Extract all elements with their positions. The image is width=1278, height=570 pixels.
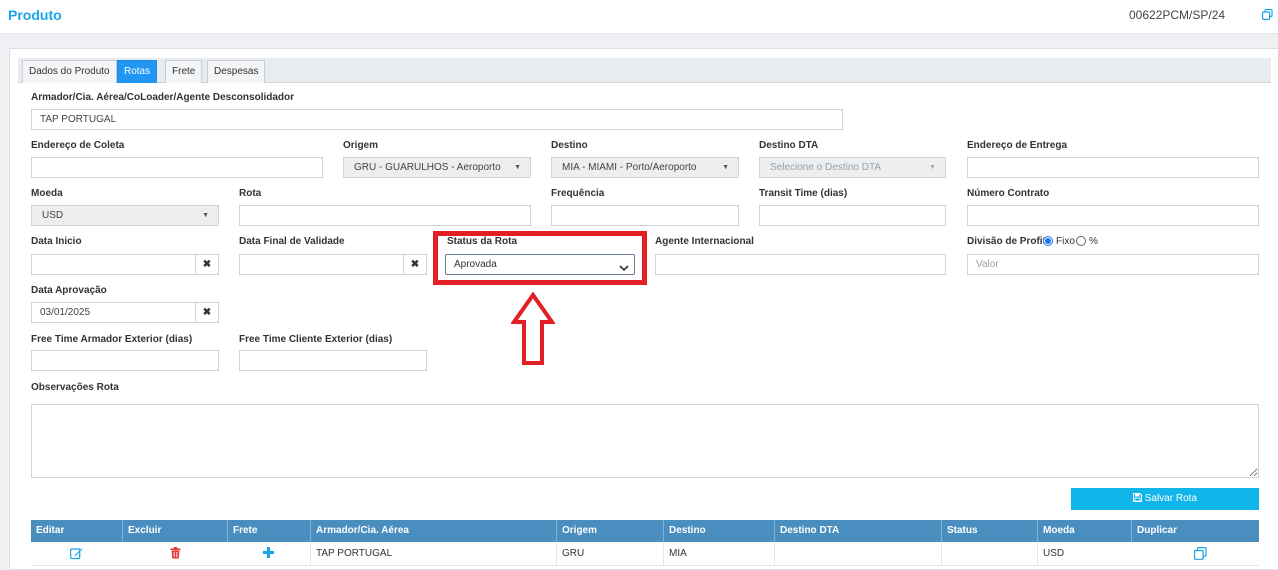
col-destino: Destino — [663, 520, 774, 542]
destino-select[interactable]: MIA - MIAMI - Porto/Aeroporto ▼ — [551, 157, 739, 178]
caret-down-icon: ▼ — [722, 164, 729, 171]
endereco-entrega-label: Endereço de Entrega — [967, 140, 1068, 151]
agente-internacional-label: Agente Internacional — [655, 236, 754, 247]
cell-origem: GRU — [556, 542, 663, 566]
save-icon — [1132, 493, 1145, 504]
endereco-coleta-label: Endereço de Coleta — [31, 140, 125, 151]
radio-fixo-label: Fixo — [1056, 236, 1075, 247]
transit-time-label: Transit Time (dias) — [759, 188, 848, 199]
observacoes-textarea[interactable] — [31, 404, 1259, 478]
caret-down-icon: ▼ — [929, 164, 936, 171]
transit-time-field[interactable] — [759, 205, 946, 226]
page-title: Produto — [8, 7, 62, 23]
save-route-label: Salvar Rota — [1144, 493, 1198, 504]
col-editar: Editar — [36, 525, 65, 536]
data-aprovacao-field[interactable]: 03/01/2025 — [31, 302, 196, 323]
frequencia-label: Frequência — [551, 188, 605, 199]
col-origem: Origem — [556, 520, 663, 542]
divisao-profit-label: Divisão de Profit — [967, 236, 1046, 247]
destino-dta-placeholder: Selecione o Destino DTA — [770, 162, 881, 173]
col-duplicar: Duplicar — [1131, 520, 1259, 542]
endereco-entrega-field[interactable] — [967, 157, 1259, 178]
profit-valor-field[interactable]: Valor — [967, 254, 1259, 275]
origem-value: GRU - GUARULHOS - Aeroporto — [354, 162, 501, 173]
caret-down-icon: ▼ — [202, 212, 209, 219]
data-final-label: Data Final de Validade — [239, 236, 345, 247]
tab-frete[interactable]: Frete — [165, 60, 203, 83]
data-final-field[interactable] — [239, 254, 404, 275]
destino-dta-select[interactable]: Selecione o Destino DTA ▼ — [759, 157, 946, 178]
clear-data-aprovacao-button[interactable]: ✖ — [195, 302, 219, 323]
free-time-cliente-label: Free Time Cliente Exterior (dias) — [239, 334, 393, 345]
armador-label: Armador/Cia. Aérea/CoLoader/Agente Desco… — [31, 92, 295, 103]
cell-status — [941, 542, 1037, 566]
tab-bar — [18, 58, 1271, 83]
destino-label: Destino — [551, 140, 588, 151]
cell-armador: TAP PORTUGAL — [310, 542, 556, 566]
free-time-armador-field[interactable] — [31, 350, 219, 371]
moeda-select[interactable]: USD ▼ — [31, 205, 219, 226]
top-bar: Produto 00622PCM/SP/24 — [0, 0, 1278, 34]
col-frete: Frete — [227, 520, 310, 542]
clear-data-final-button[interactable]: ✖ — [403, 254, 427, 275]
destino-value: MIA - MIAMI - Porto/Aeroporto — [562, 162, 697, 173]
numero-contrato-field[interactable] — [967, 205, 1259, 226]
copy-icon[interactable] — [1262, 8, 1273, 23]
rota-label: Rota — [239, 188, 262, 199]
data-inicio-field[interactable] — [31, 254, 196, 275]
frequencia-field[interactable] — [551, 205, 739, 226]
cell-destino-dta — [774, 542, 941, 566]
save-route-button[interactable]: Salvar Rota — [1071, 488, 1259, 510]
numero-contrato-label: Número Contrato — [967, 188, 1050, 199]
plus-icon[interactable] — [263, 547, 274, 561]
clear-data-inicio-button[interactable]: ✖ — [195, 254, 219, 275]
cell-destino: MIA — [663, 542, 774, 566]
free-time-cliente-field[interactable] — [239, 350, 427, 371]
col-excluir: Excluir — [122, 520, 227, 542]
tab-dados-do-produto[interactable]: Dados do Produto — [22, 60, 117, 83]
origem-label: Origem — [343, 140, 379, 151]
col-armador: Armador/Cia. Aérea — [310, 520, 556, 542]
copy-icon[interactable] — [1194, 547, 1207, 563]
cell-moeda: USD — [1037, 542, 1131, 566]
col-status: Status — [941, 520, 1037, 542]
col-destino-dta: Destino DTA — [774, 520, 941, 542]
moeda-value: USD — [42, 210, 64, 221]
agente-internacional-field[interactable] — [655, 254, 946, 275]
tab-despesas[interactable]: Despesas — [207, 60, 266, 83]
caret-down-icon: ▼ — [514, 164, 521, 171]
highlight-box — [433, 231, 647, 285]
radio-percent-label: % — [1089, 236, 1098, 247]
radio-fixo[interactable] — [1043, 236, 1053, 246]
rota-field[interactable] — [239, 205, 531, 226]
radio-percent[interactable] — [1076, 236, 1086, 246]
armador-field[interactable]: TAP PORTUGAL — [31, 109, 843, 130]
reference-code: 00622PCM/SP/24 — [1129, 8, 1226, 22]
col-moeda: Moeda — [1037, 520, 1131, 542]
trash-icon[interactable] — [170, 547, 181, 562]
data-aprovacao-label: Data Aprovação — [31, 285, 107, 296]
destino-dta-label: Destino DTA — [759, 140, 819, 151]
origem-select[interactable]: GRU - GUARULHOS - Aeroporto ▼ — [343, 157, 531, 178]
data-inicio-label: Data Inicio — [31, 236, 82, 247]
arrow-up-icon — [511, 292, 555, 365]
observacoes-label: Observações Rota — [31, 382, 119, 393]
edit-icon[interactable] — [70, 547, 83, 563]
tab-rotas[interactable]: Rotas — [117, 60, 158, 83]
endereco-coleta-field[interactable] — [31, 157, 323, 178]
free-time-armador-label: Free Time Armador Exterior (dias) — [31, 334, 193, 345]
moeda-label: Moeda — [31, 188, 63, 199]
